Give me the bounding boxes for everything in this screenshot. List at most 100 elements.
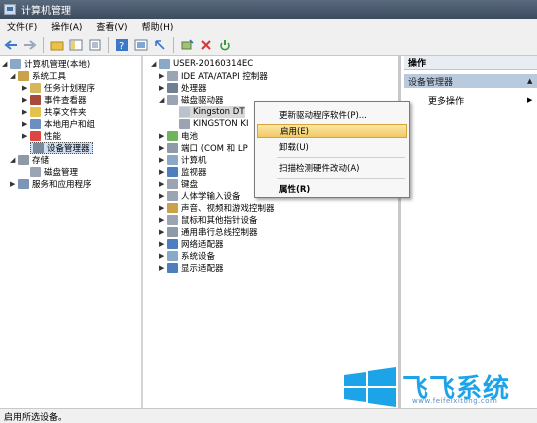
tree-shared-folders[interactable]: ▶ 共享文件夹	[22, 106, 87, 118]
device-monitor[interactable]: ▶ 监视器	[159, 166, 207, 178]
event-viewer-icon	[30, 95, 41, 105]
device-computer[interactable]: ▶ 计算机	[159, 154, 207, 166]
tree-storage[interactable]: ◢ 存储	[10, 154, 49, 166]
device-ports[interactable]: ▶ 端口 (COM 和 LP	[159, 142, 248, 154]
device-mouse[interactable]: ▶ 鼠标和其他指针设备	[159, 214, 258, 226]
tree-task-scheduler[interactable]: ▶ 任务计划程序	[22, 82, 95, 94]
menu-help[interactable]: 帮助(H)	[135, 20, 181, 33]
device-battery-label: 电池	[181, 132, 199, 142]
keyboard-icon	[167, 179, 178, 189]
performance-icon	[30, 131, 41, 141]
more-actions-link[interactable]: 更多操作	[428, 94, 464, 107]
device-system[interactable]: ▶ 系统设备	[159, 250, 215, 262]
title-bar: 计算机管理	[0, 0, 537, 19]
back-icon[interactable]	[3, 37, 19, 53]
forward-icon[interactable]	[22, 37, 38, 53]
tree-root-label: 计算机管理(本地)	[24, 60, 91, 70]
device-display[interactable]: ▶ 显示适配器	[159, 262, 224, 274]
device-usb-label: 通用串行总线控制器	[181, 228, 258, 238]
device-sound[interactable]: ▶ 声音、视频和游戏控制器	[159, 202, 275, 214]
device-usb[interactable]: ▶ 通用串行总线控制器	[159, 226, 258, 238]
expanded-arrow-icon: ◢	[10, 156, 16, 164]
tree-root[interactable]: ◢ 计算机管理(本地)	[2, 58, 90, 70]
uninstall-icon[interactable]	[198, 37, 214, 53]
device-disk-drives[interactable]: ◢ 磁盘驱动器	[159, 94, 224, 106]
enable-icon[interactable]	[217, 37, 233, 53]
scan-hardware-icon[interactable]	[152, 37, 168, 53]
show-hide-tree-icon[interactable]	[68, 37, 84, 53]
device-kingston-1[interactable]: Kingston DT	[179, 106, 245, 118]
tree-event-viewer-label: 事件查看器	[44, 96, 87, 106]
watermark: 飞飞系统 www.feifeixitong.com	[340, 366, 537, 408]
device-hid[interactable]: ▶ 人体学输入设备	[159, 190, 241, 202]
collapsed-arrow-icon: ▶	[159, 252, 165, 260]
actions-pane: 操作 设备管理器 ▲ 更多操作 ▶	[404, 56, 537, 408]
mouse-icon	[167, 215, 178, 225]
collapse-arrow-icon[interactable]: ▲	[527, 77, 532, 85]
network-adapter-icon	[167, 239, 178, 249]
tree-performance[interactable]: ▶ 性能	[22, 130, 61, 142]
collapsed-arrow-icon: ▶	[159, 156, 165, 164]
tree-local-users[interactable]: ▶ 本地用户和组	[22, 118, 95, 130]
window-title: 计算机管理	[21, 6, 71, 17]
collapsed-arrow-icon: ▶	[159, 84, 165, 92]
actions-header-label: 操作	[408, 59, 427, 69]
tree-services[interactable]: ▶ 服务和应用程序	[10, 178, 92, 190]
context-separator	[277, 178, 405, 179]
collapsed-arrow-icon: ▶	[159, 132, 165, 140]
windows-logo-icon	[344, 367, 396, 407]
tree-device-manager[interactable]: 设备管理器	[30, 142, 93, 154]
device-ide[interactable]: ▶ IDE ATA/ATAPI 控制器	[159, 70, 268, 82]
expanded-arrow-icon: ◢	[2, 60, 8, 68]
tree-device-manager-label: 设备管理器	[47, 144, 90, 154]
view-icon[interactable]	[133, 37, 149, 53]
toolbar-separator	[108, 36, 109, 53]
submenu-arrow-icon[interactable]: ▶	[527, 96, 532, 104]
disk-drive-icon	[167, 95, 178, 105]
up-folder-icon[interactable]	[49, 37, 65, 53]
tree-services-label: 服务和应用程序	[32, 180, 92, 190]
tree-system-tools[interactable]: ◢ 系统工具	[10, 70, 66, 82]
device-network[interactable]: ▶ 网络适配器	[159, 238, 224, 250]
speaker-icon	[167, 203, 178, 213]
status-bar: 启用所选设备。	[0, 408, 537, 423]
actions-device-manager[interactable]: 设备管理器 ▲	[404, 74, 537, 88]
properties-icon[interactable]	[87, 37, 103, 53]
menu-bar: 文件(F) 操作(A) 查看(V) 帮助(H)	[0, 19, 537, 34]
tree-disk-management[interactable]: 磁盘管理	[30, 166, 78, 178]
collapsed-arrow-icon: ▶	[159, 72, 165, 80]
menu-view[interactable]: 查看(V)	[89, 20, 134, 33]
usb-drive-disabled-icon	[179, 107, 190, 117]
device-computer-root[interactable]: ◢ USER-20160314EC	[151, 58, 253, 70]
device-kingston-1-label: Kingston DT	[193, 107, 245, 117]
help-icon[interactable]: ?	[114, 37, 130, 53]
device-disk-drives-label: 磁盘驱动器	[181, 96, 224, 106]
computer-management-icon	[4, 4, 16, 15]
context-update-driver[interactable]: 更新驱动程序软件(P)...	[257, 108, 407, 122]
computer-icon	[10, 59, 21, 69]
device-kingston-2[interactable]: KINGSTON KI	[179, 118, 248, 130]
collapsed-arrow-icon: ▶	[159, 240, 165, 248]
device-battery[interactable]: ▶ 电池	[159, 130, 198, 142]
port-icon	[167, 143, 178, 153]
tree-performance-label: 性能	[44, 132, 62, 142]
clock-icon	[30, 83, 41, 93]
device-cpu[interactable]: ▶ 处理器	[159, 82, 207, 94]
usb-drive-icon	[179, 119, 190, 129]
svg-text:?: ?	[119, 41, 124, 51]
device-keyboard[interactable]: ▶ 键盘	[159, 178, 198, 190]
context-enable[interactable]: 启用(E)	[257, 124, 407, 138]
actions-device-manager-label: 设备管理器	[408, 77, 454, 88]
context-uninstall[interactable]: 卸载(U)	[257, 140, 407, 154]
update-driver-icon[interactable]	[179, 37, 195, 53]
tree-event-viewer[interactable]: ▶ 事件查看器	[22, 94, 87, 106]
menu-action[interactable]: 操作(A)	[44, 20, 89, 33]
display-adapter-icon	[167, 263, 178, 273]
context-scan[interactable]: 扫描检测硬件改动(A)	[257, 161, 407, 175]
menu-file[interactable]: 文件(F)	[0, 20, 44, 33]
device-mouse-label: 鼠标和其他指针设备	[181, 216, 258, 226]
usb-controller-icon	[167, 227, 178, 237]
device-manager-icon	[33, 143, 44, 153]
monitor-icon	[167, 167, 178, 177]
context-properties[interactable]: 属性(R)	[257, 182, 407, 196]
